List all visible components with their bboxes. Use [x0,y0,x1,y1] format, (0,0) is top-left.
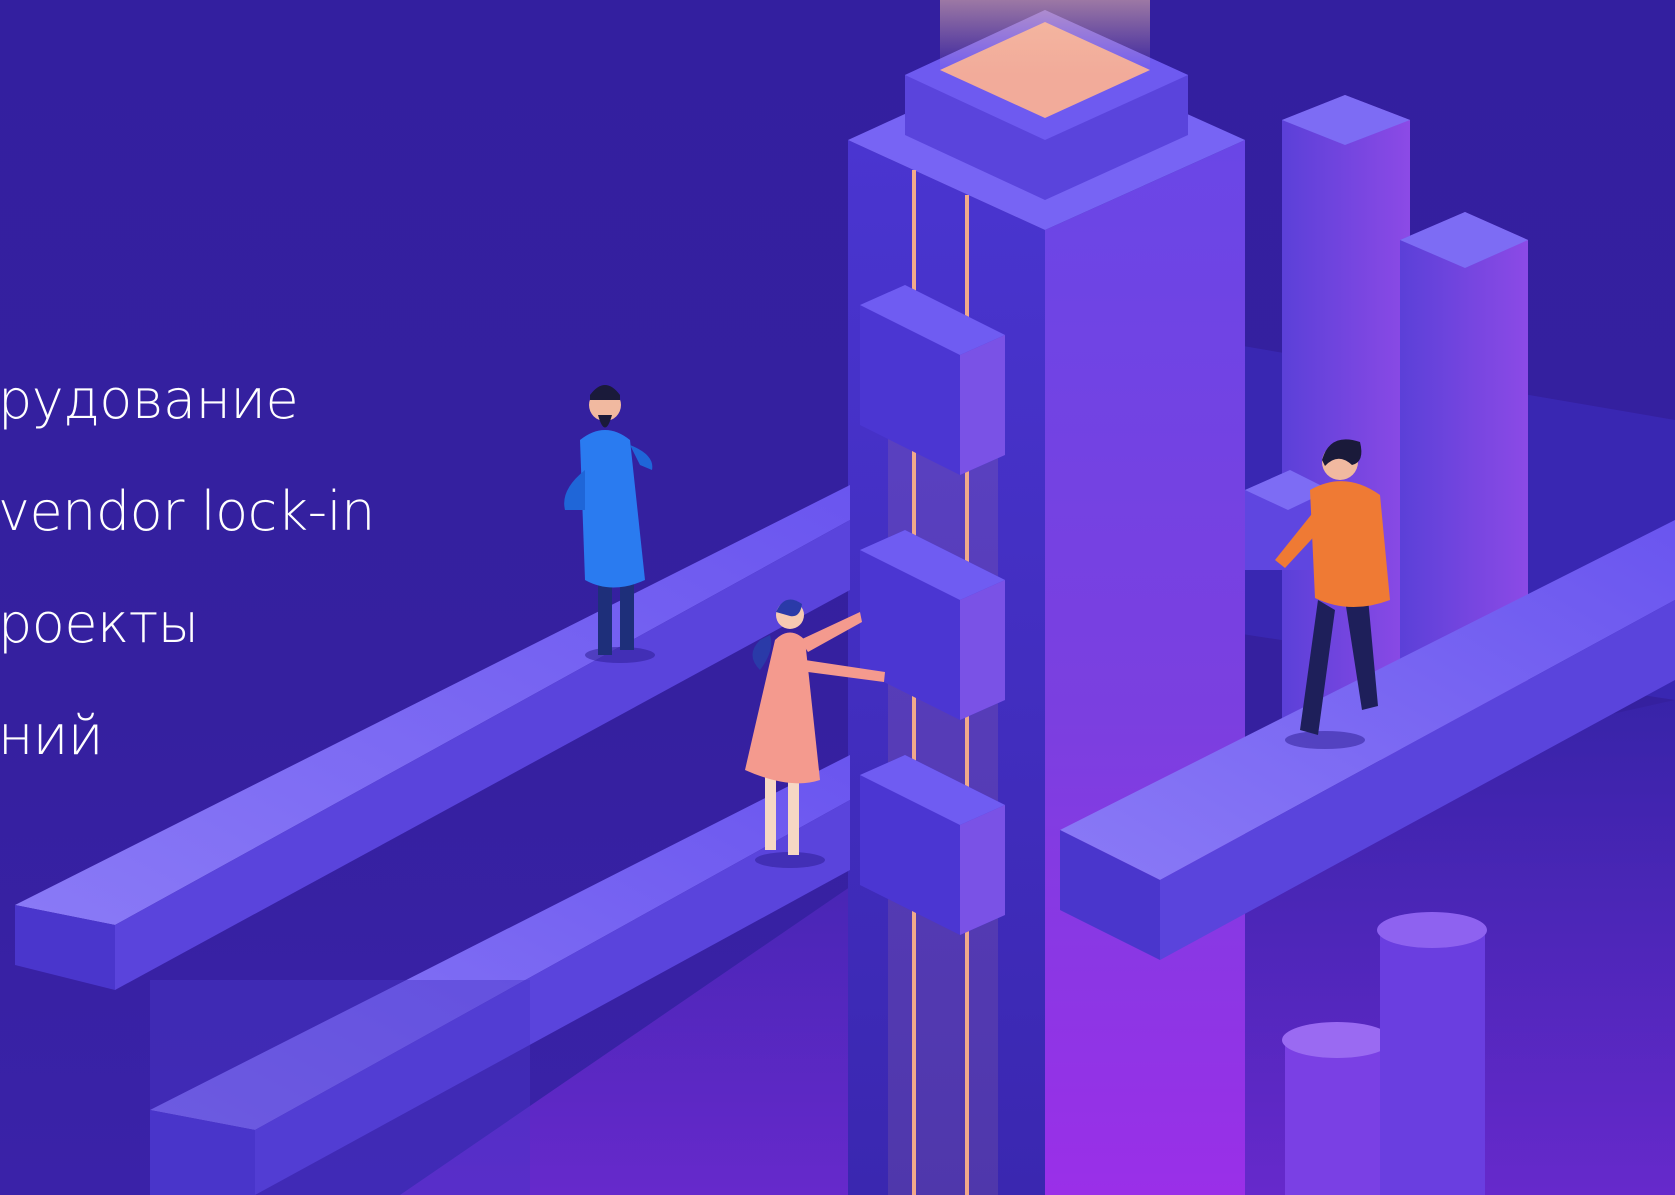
benefit-item-other: ний [0,704,103,767]
benefits-list: рудование vendor lock-in роекты ний [0,0,700,1195]
benefit-item-equipment: рудование [0,368,299,431]
benefit-item-vendor-lock-in: vendor lock-in [0,480,375,543]
benefit-item-projects: роекты [0,592,199,655]
hero-scene: рудование vendor lock-in роекты ний [0,0,1675,1195]
